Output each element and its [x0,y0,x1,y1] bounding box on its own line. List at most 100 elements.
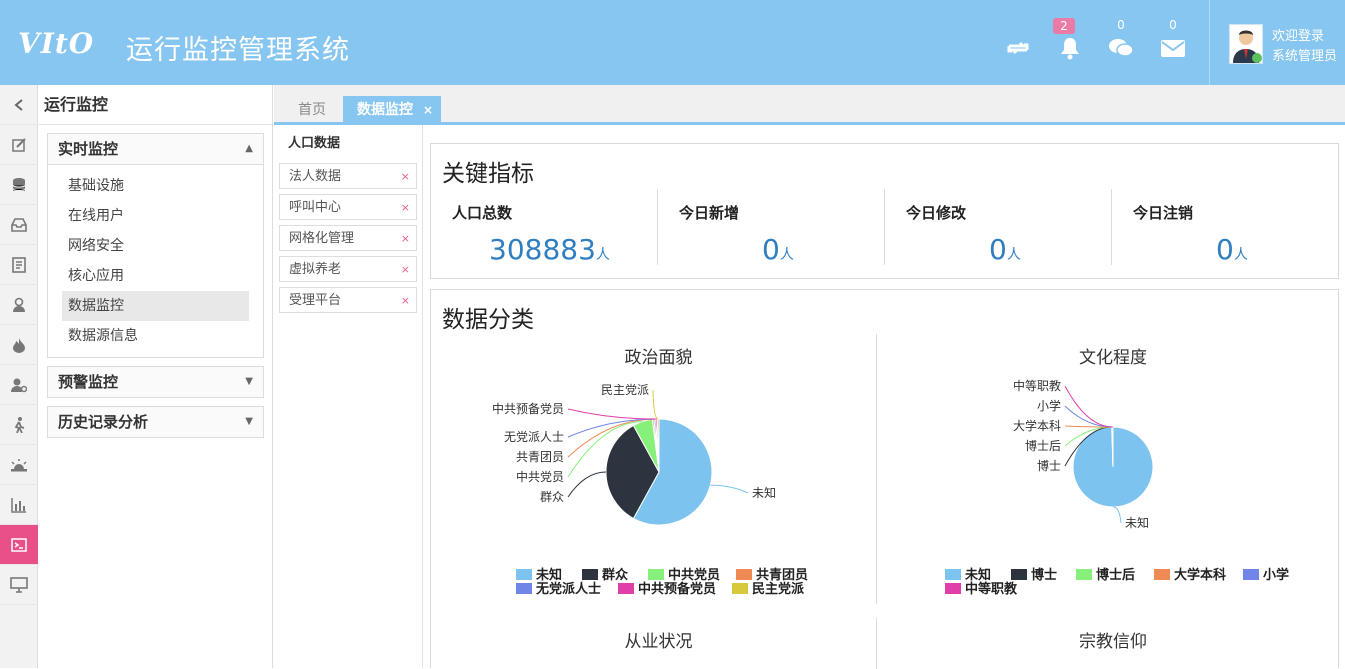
logo: VItO [18,27,94,60]
main-area: 首页 数据监控× 人口数据 法人数据 × 呼叫中心 × 网格化管理 × 虚拟养老× 受… [274,85,1345,668]
kpi-value: 0 [762,233,780,266]
avatar[interactable] [1229,24,1263,64]
pie-label: 中等职教 [1013,378,1061,393]
close-icon[interactable]: × [401,164,410,190]
legend-label: 大学本科 [1174,568,1226,583]
sub-item-virtual-elderly[interactable]: 虚拟养老× [279,256,417,282]
tab-bar: 首页 数据监控× [274,85,1345,125]
pie-label: 中共党员 [516,469,564,484]
chat-icon[interactable] [1108,35,1134,61]
kpi-label: 今日新增 [679,202,739,223]
monitor-icon[interactable] [0,565,38,605]
document-icon[interactable] [0,245,38,285]
close-icon[interactable]: × [401,288,410,314]
legend-label: 中等职教 [965,582,1017,597]
user-settings-icon[interactable] [0,365,38,405]
bar-chart-icon[interactable] [0,485,38,525]
close-icon[interactable]: × [401,226,410,252]
kpi-modified-today: 今日修改 0人 [885,189,1112,265]
kpi-value-wrap: 308883人 [489,233,658,266]
tab-data-monitor[interactable]: 数据监控× [343,96,441,125]
legend-swatch [945,583,961,594]
sub-item-label: 法人数据 [289,169,341,184]
legend-item[interactable]: 中等职教 [945,578,1017,597]
nav-item-data-source[interactable]: 数据源信息 [62,321,249,351]
kpi-value-wrap: 0人 [989,233,1112,266]
user-lock-icon[interactable] [0,285,38,325]
sub-item-call-center[interactable]: 呼叫中心 × [279,194,417,220]
nav-item-online-users[interactable]: 在线用户 [62,201,249,231]
legend-item[interactable]: 民主党派 [732,578,804,597]
legend-item[interactable]: 小学 [1243,564,1289,583]
sub-item-grid-management[interactable]: 网格化管理 × [279,225,417,251]
chart-title-education: 文化程度 [886,343,1340,368]
edit-icon[interactable] [0,125,38,165]
kpi-label: 今日注销 [1133,202,1193,223]
panel-alert[interactable]: 预警监控 ▼ [47,366,264,398]
sub-item-label: 网格化管理 [289,231,354,246]
user-name[interactable]: 系统管理员 [1272,47,1337,67]
pie-label: 未知 [1125,516,1149,530]
pie-label: 小学 [1037,398,1061,413]
panel-history[interactable]: 历史记录分析 ▼ [47,406,264,438]
walk-icon[interactable] [0,405,38,445]
sub-item-label: 呼叫中心 [289,200,341,215]
chevron-left-icon[interactable] [0,85,38,125]
chart-title-employment: 从业状况 [431,627,886,652]
panel-alert-header[interactable]: 预警监控 ▼ [48,367,263,397]
legend-label: 博士后 [1096,568,1135,583]
sub-item-service-platform[interactable]: 受理平台 × [279,287,417,313]
data-card-title: 数据分类 [431,290,1338,334]
legend-label: 无党派人士 [536,582,601,597]
kpi-total-population: 人口总数 308883人 [431,189,658,265]
kpi-unit: 人 [596,247,610,263]
nav-item-network-security[interactable]: 网络安全 [62,231,249,261]
top-header: VItO 运行监控管理系统 2 0 0 欢迎登录 系统管理员 [0,0,1345,85]
panel-realtime-header[interactable]: 实时监控 ▲ [48,134,263,164]
pie-label: 博士后 [1025,438,1061,453]
legend-swatch [618,583,634,594]
sub-item-label: 受理平台 [289,293,341,308]
kpi-unit: 人 [1234,247,1248,263]
legend-swatch [1154,569,1170,580]
sub-list-header[interactable]: 人口数据 [274,125,422,163]
legend-swatch [1076,569,1092,580]
pie-label: 无党派人士 [504,429,564,444]
legend-education: 未知博士博士后大学本科小学中等职教 [945,564,1315,600]
legend-item[interactable]: 大学本科 [1154,564,1226,583]
sub-list: 人口数据 法人数据 × 呼叫中心 × 网格化管理 × 虚拟养老× 受理平台 × [274,125,423,668]
panel-label: 实时监控 [58,140,118,158]
terminal-icon[interactable] [0,525,38,565]
pie-label-line [568,472,606,497]
mail-icon[interactable] [1160,35,1186,61]
kpi-label: 今日修改 [906,202,966,223]
panel-history-header[interactable]: 历史记录分析 ▼ [48,407,263,437]
sub-item-legal-entity[interactable]: 法人数据 × [279,163,417,189]
refresh-icon[interactable] [1005,35,1031,61]
legend-swatch [516,583,532,594]
bell-icon[interactable] [1057,35,1083,61]
pie-label: 中共预备党员 [492,401,564,416]
panel-label: 预警监控 [58,373,118,391]
nav-item-infrastructure[interactable]: 基础设施 [62,171,249,201]
nav-item-data-monitor[interactable]: 数据监控 [62,291,249,321]
nav-item-core-apps[interactable]: 核心应用 [62,261,249,291]
chevron-up-icon: ▲ [245,134,253,164]
legend-item[interactable]: 博士 [1011,564,1057,583]
legend-item[interactable]: 中共预备党员 [618,578,716,597]
mail-count-badge: 0 [1162,18,1184,32]
kpi-value: 308883 [489,233,596,266]
database-icon[interactable] [0,165,38,205]
legend-item[interactable]: 无党派人士 [516,578,601,597]
kpi-unit: 人 [1007,247,1021,263]
alarm-icon[interactable] [0,445,38,485]
inbox-icon[interactable] [0,205,38,245]
close-icon[interactable]: × [401,257,410,283]
fire-icon[interactable] [0,325,38,365]
tab-home[interactable]: 首页 [284,96,340,125]
legend-item[interactable]: 博士后 [1076,564,1135,583]
close-icon[interactable]: × [401,195,410,221]
close-icon[interactable]: × [423,103,433,117]
legend-political: 未知群众中共党员共青团员无党派人士中共预备党员民主党派 [516,564,846,600]
legend-swatch [732,583,748,594]
